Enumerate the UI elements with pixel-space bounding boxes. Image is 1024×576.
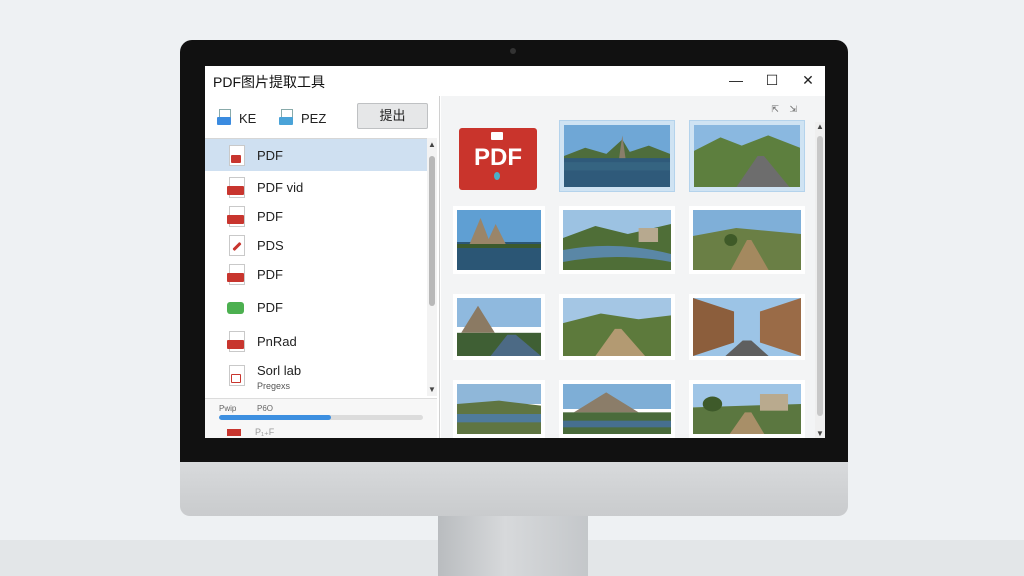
status-right-text: P6O [257,404,274,413]
image-thumbnail[interactable] [453,206,545,274]
image-thumbnail[interactable] [453,380,545,438]
file-name: PDS [257,237,284,253]
file-subtitle: Pregexs [257,381,291,391]
image-thumbnail[interactable] [689,294,805,360]
valley-road-image [694,125,800,187]
file-list: PDF PDF vid PDF PDS PDF PDF PnRad Sorl l… [205,138,427,396]
minimize-button[interactable]: — [727,71,745,89]
pdf-file-icon [227,177,247,199]
scroll-up-icon[interactable]: ▲ [815,122,825,131]
scrollbar-thumb[interactable] [817,136,823,416]
export-tool-button[interactable]: PEZ [279,108,326,128]
file-name: PDF [257,299,283,315]
image-thumbnail[interactable] [559,380,675,438]
file-name: PDF [257,208,283,224]
webcam-icon [510,48,516,54]
village-path-image [693,384,801,434]
maximize-button[interactable]: ☐ [763,71,781,89]
partial-file-item: P₁₊F [227,427,287,438]
pdf-file-icon [227,145,247,167]
lake-field-image [457,384,541,434]
droplet-icon [494,172,500,180]
mountain-road-image [457,298,541,356]
title-bar: PDF图片提取工具 — ☐ ✕ [205,66,825,94]
scrollbar-thumb[interactable] [429,156,435,306]
file-item[interactable]: PDF [205,258,427,290]
export-file-icon [279,109,295,127]
file-item[interactable]: PDF vid [205,171,427,203]
file-item[interactable]: PnRad [205,325,427,357]
pdf-acrobat-icon [491,132,503,140]
pdf-logo-thumbnail[interactable]: PDF [459,128,537,190]
open-tool-button[interactable]: KE [217,108,256,128]
partial-file-name: P₁₊F [255,427,275,437]
river-hills-image [563,210,671,270]
file-name: Sorl lab [257,363,302,378]
monitor-chin [180,462,848,516]
file-list-scrollbar[interactable]: ▲ ▼ [427,138,437,396]
mountain-lake-image [563,384,671,434]
progress-bar [219,415,423,420]
open-file-icon [217,109,233,127]
scroll-down-icon[interactable]: ▼ [815,429,825,438]
pdf-file-icon [227,206,247,228]
image-thumbnail[interactable] [689,120,805,192]
image-thumbnail[interactable] [559,294,675,360]
image-thumbnail[interactable] [559,120,675,192]
close-button[interactable]: ✕ [799,71,817,89]
image-thumbnail[interactable] [689,206,805,274]
file-item[interactable]: PDS [205,229,427,261]
image-thumbnail[interactable] [559,206,675,274]
file-item[interactable]: PDF [205,139,427,171]
file-item[interactable]: PDF [205,291,427,323]
app-title: PDF图片提取工具 [213,74,325,90]
pdf-file-icon [227,235,247,257]
extract-button[interactable]: 提出 [357,103,428,129]
pdf-tile-label: PDF [474,144,522,171]
image-gallery: ⇱ ⇲ PDF ▲ ▼ [441,96,825,438]
status-left-text: Pwip [219,404,237,413]
file-name: PDF [257,266,283,282]
pdf-file-icon [227,429,241,437]
file-name: PDF [257,147,283,163]
rock-lake-image [457,210,541,270]
export-tool-label: PEZ [301,110,327,126]
open-tool-label: KE [239,110,257,126]
file-item[interactable]: Sorl lab Pregexs [205,359,427,397]
field-path-image [693,210,801,270]
view-toggle-icons[interactable]: ⇱ ⇲ [771,104,801,115]
status-area: Pwip P6O P₁₊F [205,398,437,438]
pane-divider[interactable] [439,96,440,438]
progress-fill [219,415,332,420]
app-window: PDF图片提取工具 — ☐ ✕ KE PEZ 提出 PDF PDF vid PD… [205,66,825,438]
pdf-file-icon [227,331,247,353]
green-folder-icon [227,297,247,319]
file-name: PDF vid [257,179,304,195]
toolbar: KE PEZ 提出 [205,96,440,136]
pdf-file-icon [227,365,247,387]
image-thumbnail[interactable] [453,294,545,360]
dirt-road-image [563,298,671,356]
lake-castle-image [564,125,670,187]
file-item[interactable]: PDF [205,200,427,232]
city-street-image [693,298,801,356]
file-name: PnRad [257,333,297,349]
pdf-file-icon [227,264,247,286]
scroll-down-icon[interactable]: ▼ [427,385,437,394]
gallery-scrollbar[interactable]: ▲ ▼ [815,122,825,438]
monitor-stand [438,514,588,576]
scroll-up-icon[interactable]: ▲ [427,140,437,149]
image-thumbnail[interactable] [689,380,805,438]
